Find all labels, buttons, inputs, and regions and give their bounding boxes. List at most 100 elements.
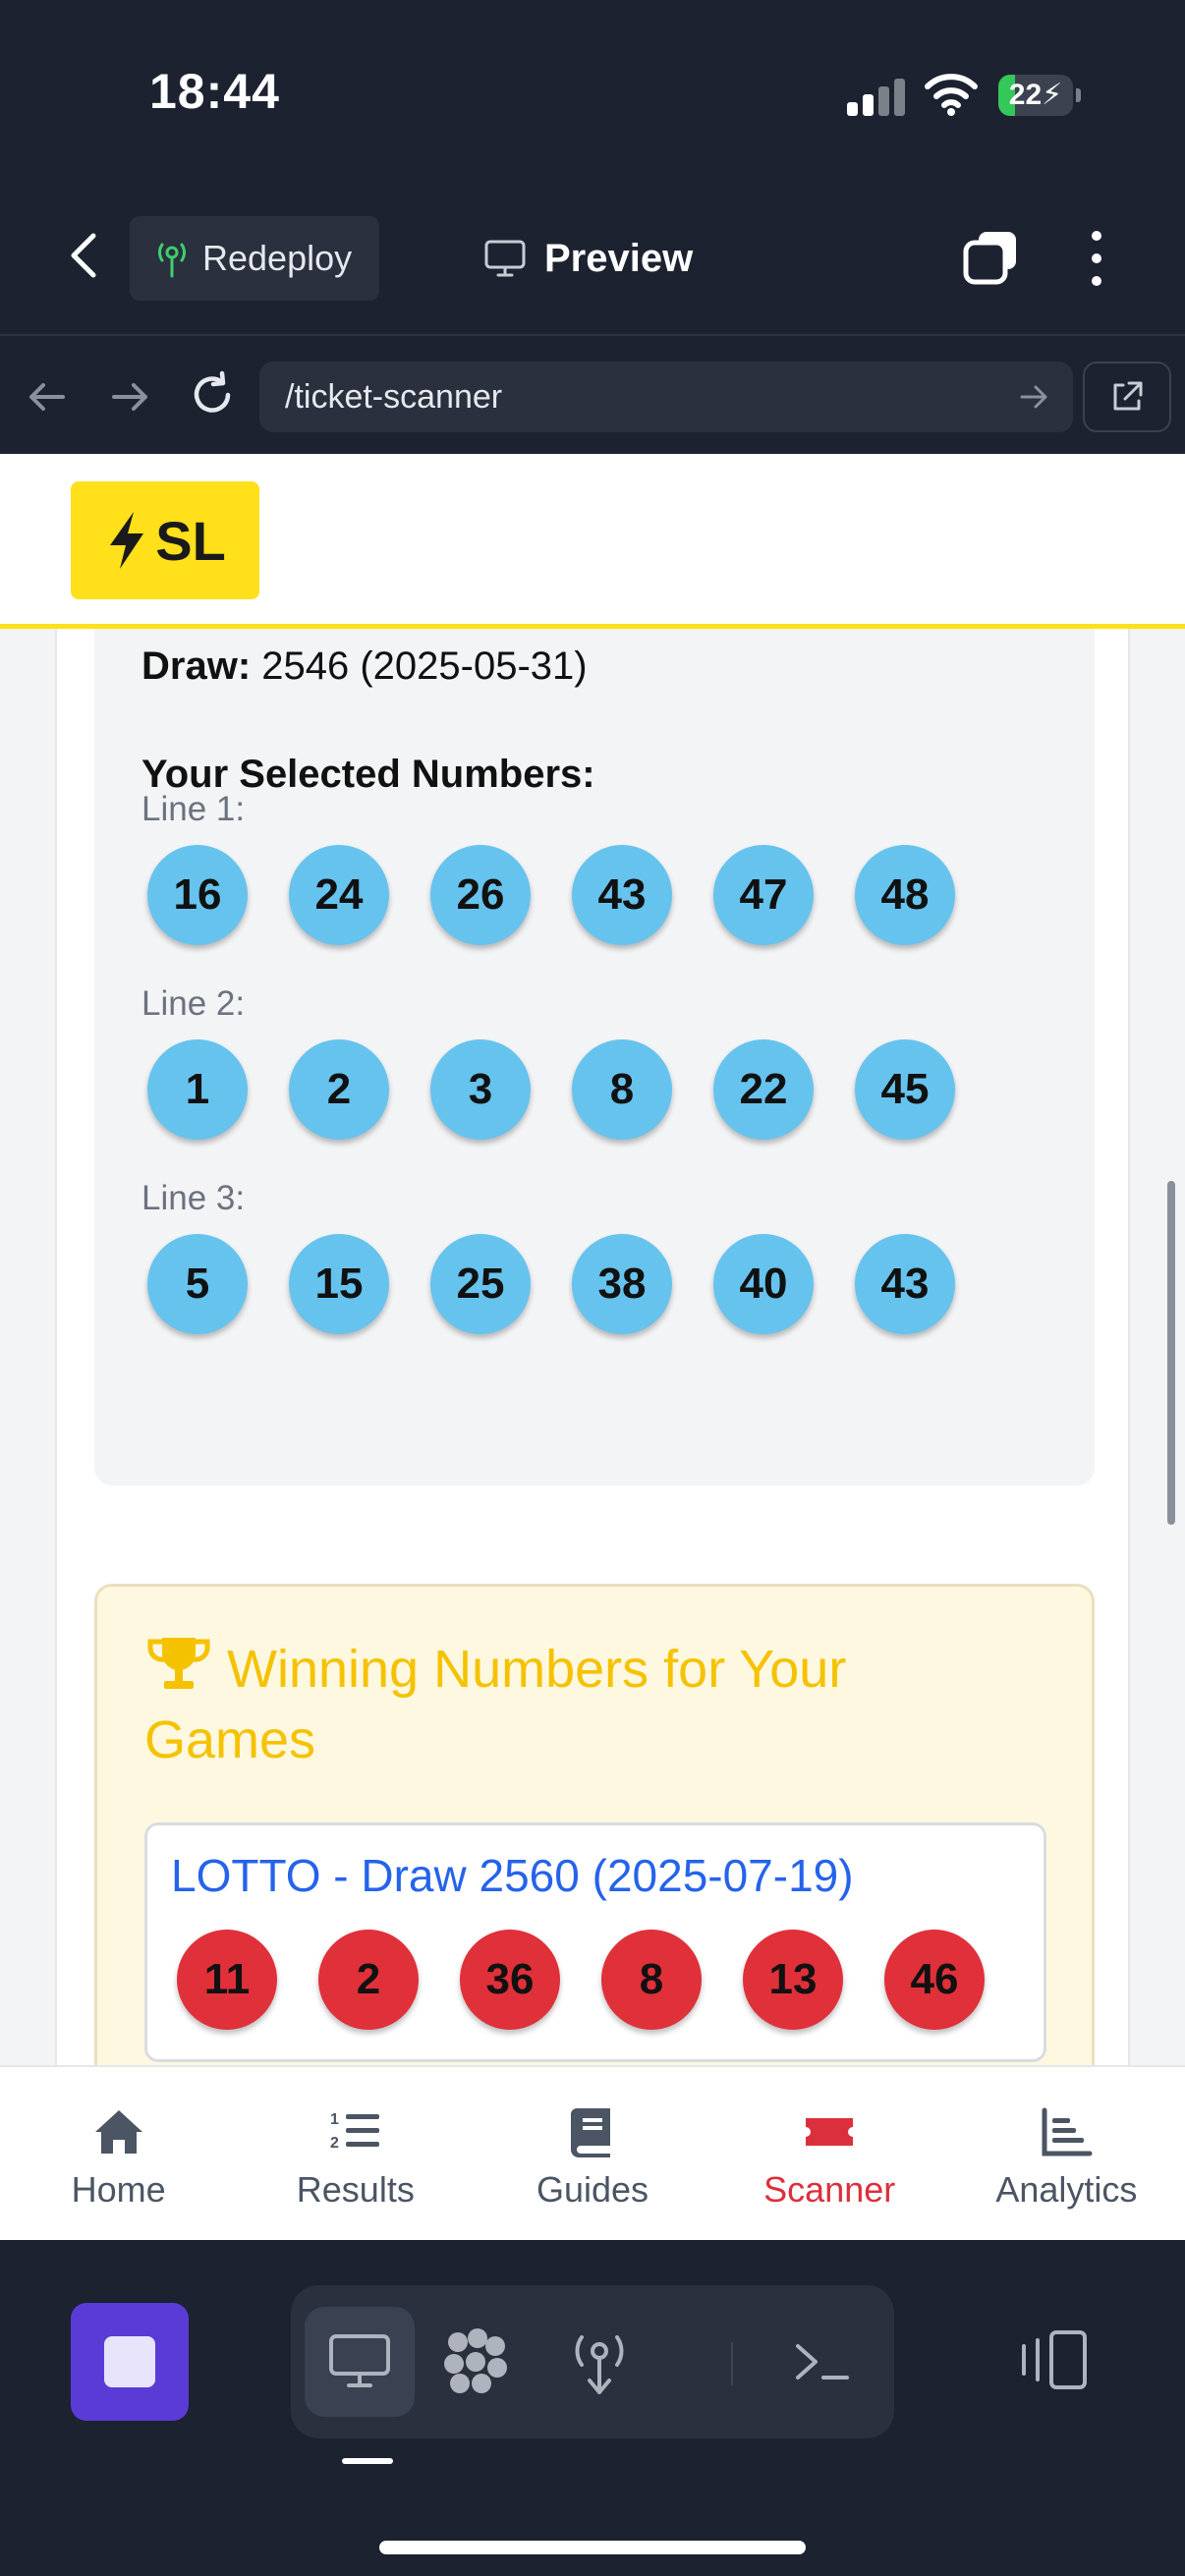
arrow-left-icon[interactable] xyxy=(24,373,71,420)
game-title[interactable]: LOTTO - Draw 2560 (2025-07-19) xyxy=(171,1849,854,1902)
terminal-icon xyxy=(796,2344,849,2380)
number-ball: 26 xyxy=(430,845,531,945)
url-input[interactable]: /ticket-scanner xyxy=(259,362,1073,432)
go-arrow-icon[interactable] xyxy=(1014,377,1053,417)
nav-scanner[interactable]: Scanner xyxy=(711,2067,948,2240)
monitor-icon xyxy=(484,240,526,277)
deploy-tool-button[interactable] xyxy=(544,2307,654,2417)
line-1-label: Line 1: xyxy=(141,790,246,828)
number-ball: 43 xyxy=(855,1234,955,1334)
number-ball: 1 xyxy=(147,1039,248,1140)
nav-guides[interactable]: Guides xyxy=(474,2067,710,2240)
status-time: 18:44 xyxy=(149,64,280,119)
svg-text:1: 1 xyxy=(330,2111,339,2128)
scan-result-card: Draw: 2546 (2025-05-31) Your Selected Nu… xyxy=(55,601,1130,2240)
book-icon xyxy=(571,2108,610,2157)
bar-chart-icon xyxy=(1042,2107,1093,2156)
nav-label: Scanner xyxy=(763,2169,896,2210)
number-ball: 3 xyxy=(430,1039,531,1140)
number-ball: 43 xyxy=(572,845,672,945)
separator xyxy=(731,2342,733,2385)
charging-bolt-icon: ⚡ xyxy=(1042,79,1063,111)
nav-home[interactable]: Home xyxy=(0,2067,237,2240)
dev-bottom-bar xyxy=(0,2240,1185,2576)
preview-tool-button[interactable] xyxy=(305,2307,415,2417)
lightning-bolt-icon xyxy=(110,512,144,569)
trophy-icon xyxy=(147,1638,210,1689)
draw-value: 2546 (2025-05-31) xyxy=(261,644,588,688)
preview-tab[interactable]: Preview xyxy=(483,226,693,291)
preview-label: Preview xyxy=(544,236,694,280)
bottom-navigation: Home 1 2 Results Guides Scanner Analytic… xyxy=(0,2065,1185,2240)
site-header: SL xyxy=(0,454,1185,629)
back-button[interactable] xyxy=(55,228,110,283)
number-ball: 16 xyxy=(147,845,248,945)
number-ball: 15 xyxy=(289,1234,389,1334)
nav-label: Results xyxy=(296,2169,415,2210)
app-toolbar: Redeploy Preview xyxy=(0,187,1185,334)
nav-results[interactable]: 1 2 Results xyxy=(237,2067,474,2240)
nav-label: Home xyxy=(71,2169,166,2210)
deploy-antenna-icon xyxy=(157,243,187,278)
tabs-icon[interactable] xyxy=(961,228,1022,289)
nav-analytics[interactable]: Analytics xyxy=(948,2067,1185,2240)
line-3-label: Line 3: xyxy=(141,1179,246,1217)
battery-level: 22 xyxy=(1008,79,1043,111)
monitor-icon xyxy=(329,2334,390,2387)
scrollbar-thumb[interactable] xyxy=(1167,1181,1175,1525)
line-1-numbers: 16 24 26 43 47 48 xyxy=(147,845,996,947)
number-ball: 47 xyxy=(713,845,814,945)
ticket-icon xyxy=(806,2118,854,2146)
game-result-card: LOTTO - Draw 2560 (2025-07-19) 11 2 36 8… xyxy=(144,1822,1046,2062)
nav-label: Analytics xyxy=(995,2169,1138,2210)
winning-numbers-title: Winning Numbers for Your Games xyxy=(144,1634,989,1775)
shell-tool-button[interactable] xyxy=(766,2307,876,2417)
winning-ball: 46 xyxy=(884,1930,985,2030)
arrow-right-icon[interactable] xyxy=(106,373,153,420)
active-tool-indicator xyxy=(342,2458,393,2464)
line-3-numbers: 5 15 25 38 40 43 xyxy=(147,1234,996,1336)
number-ball: 40 xyxy=(713,1234,814,1334)
number-ball: 2 xyxy=(289,1039,389,1140)
redeploy-button[interactable]: Redeploy xyxy=(130,216,379,301)
url-text: /ticket-scanner xyxy=(285,377,503,416)
stop-button[interactable] xyxy=(71,2303,189,2421)
draw-label: Draw: xyxy=(141,644,252,688)
panel-toggle-icon[interactable] xyxy=(1016,2321,1095,2399)
status-bar: 18:44 22⚡ xyxy=(0,0,1185,187)
draw-info: Draw: 2546 (2025-05-31) xyxy=(141,644,588,689)
number-ball: 45 xyxy=(855,1039,955,1140)
site-logo[interactable]: SL xyxy=(71,481,259,599)
stop-icon xyxy=(104,2336,155,2387)
home-icon xyxy=(94,2110,142,2154)
number-ball: 38 xyxy=(572,1234,672,1334)
winning-ball: 8 xyxy=(601,1930,702,2030)
line-2-label: Line 2: xyxy=(141,984,246,1023)
cellular-signal-icon xyxy=(847,77,906,116)
winning-ball: 2 xyxy=(318,1930,419,2030)
deploy-antenna-icon xyxy=(575,2335,624,2394)
number-ball: 24 xyxy=(289,845,389,945)
selected-numbers-panel: Draw: 2546 (2025-05-31) Your Selected Nu… xyxy=(94,601,1095,1485)
url-row: /ticket-scanner xyxy=(0,334,1185,454)
reload-icon[interactable] xyxy=(187,369,238,420)
battery-indicator: 22⚡ xyxy=(998,75,1081,116)
winning-ball: 11 xyxy=(177,1930,277,2030)
number-ball: 8 xyxy=(572,1039,672,1140)
more-options-icon[interactable] xyxy=(1079,228,1114,289)
svg-text:2: 2 xyxy=(330,2135,339,2152)
apps-tool-button[interactable] xyxy=(421,2307,531,2417)
winning-numbers-row: 11 2 36 8 13 46 xyxy=(177,1930,1026,2032)
number-ball: 5 xyxy=(147,1234,248,1334)
wifi-icon xyxy=(925,74,978,116)
winning-ball: 13 xyxy=(743,1930,843,2030)
list-ordered-icon: 1 2 xyxy=(330,2111,379,2152)
number-ball: 22 xyxy=(713,1039,814,1140)
open-external-button[interactable] xyxy=(1083,362,1171,432)
winning-ball: 36 xyxy=(460,1930,560,2030)
tool-switcher xyxy=(291,2285,894,2438)
number-ball: 48 xyxy=(855,845,955,945)
home-indicator xyxy=(379,2541,806,2554)
winning-title-text: Winning Numbers for Your Games xyxy=(144,1640,847,1769)
logo-text: SL xyxy=(155,509,226,572)
